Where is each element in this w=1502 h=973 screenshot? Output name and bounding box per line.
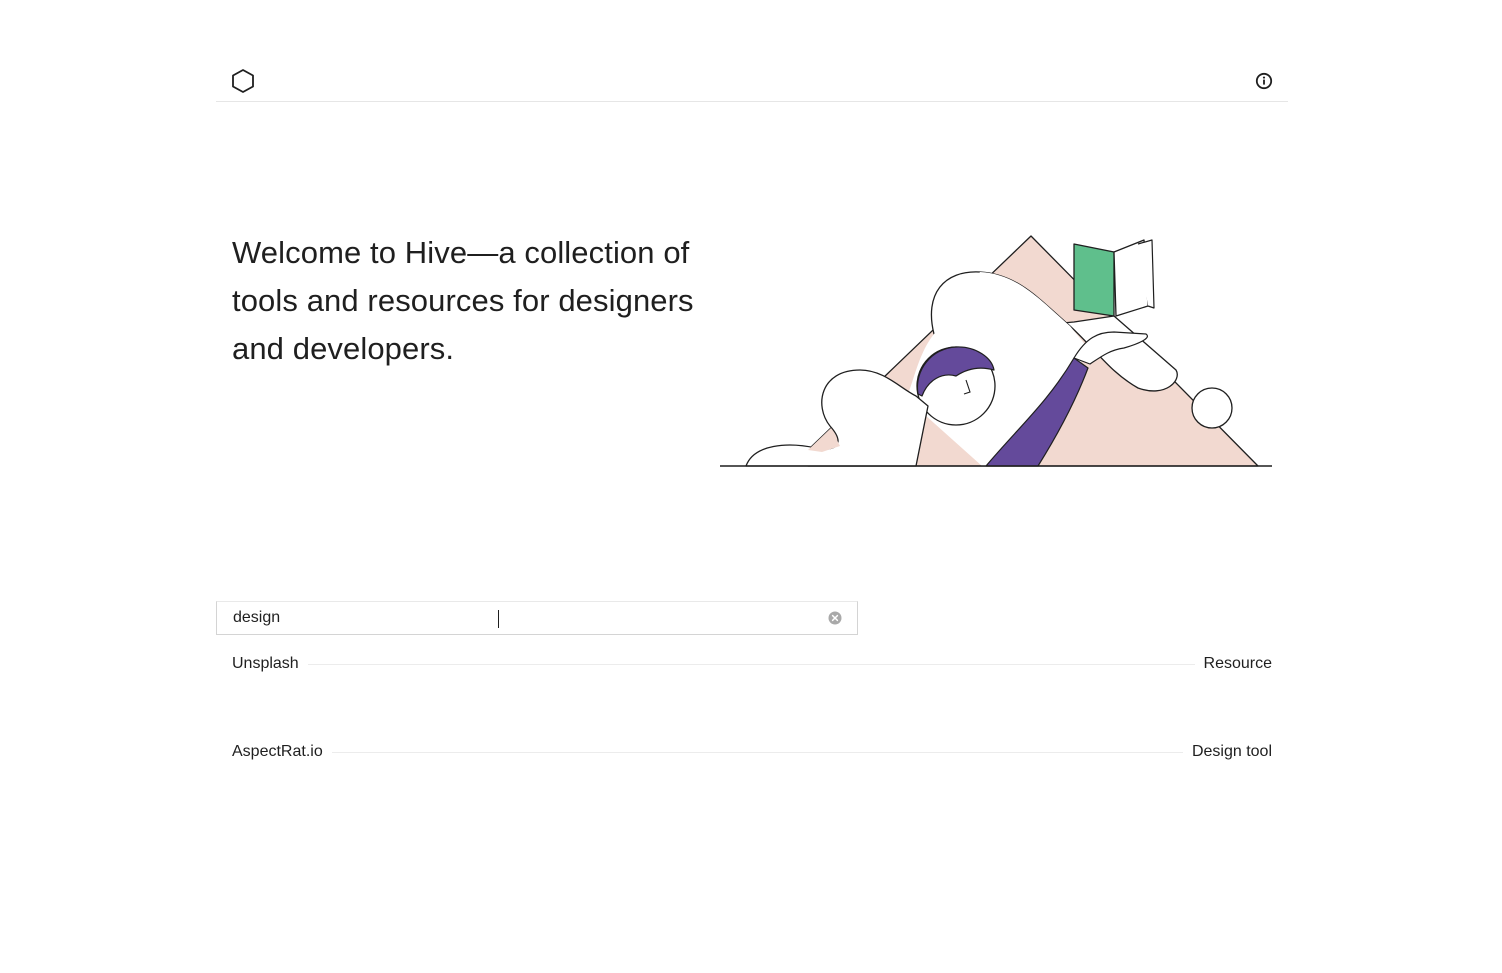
hero-headline: Welcome to Hive—a collection of tools an… — [232, 235, 694, 366]
result-divider — [331, 751, 1183, 753]
clear-circle-icon[interactable] — [828, 611, 842, 625]
hero-illustration — [720, 235, 1272, 467]
hexagon-icon[interactable] — [230, 68, 256, 94]
result-name[interactable]: Unsplash — [232, 655, 299, 673]
result-name[interactable]: AspectRat.io — [232, 743, 323, 761]
small-circle — [1191, 387, 1233, 429]
page: Welcome to Hive—a collection of tools an… — [0, 0, 1502, 973]
result-row[interactable]: AspectRat.io Design tool — [232, 740, 1272, 764]
search-results: Unsplash Resource AspectRat.io Design to… — [232, 652, 1272, 828]
result-type: Design tool — [1191, 743, 1272, 761]
search-field[interactable] — [216, 601, 858, 635]
search-input[interactable] — [217, 602, 817, 634]
text-caret — [498, 610, 499, 628]
top-bar — [216, 60, 1288, 102]
result-row[interactable]: Unsplash Resource — [232, 652, 1272, 676]
result-type: Resource — [1203, 655, 1272, 673]
book-cover — [1073, 243, 1115, 317]
info-circle-icon[interactable] — [1254, 71, 1274, 91]
result-divider — [307, 663, 1195, 665]
